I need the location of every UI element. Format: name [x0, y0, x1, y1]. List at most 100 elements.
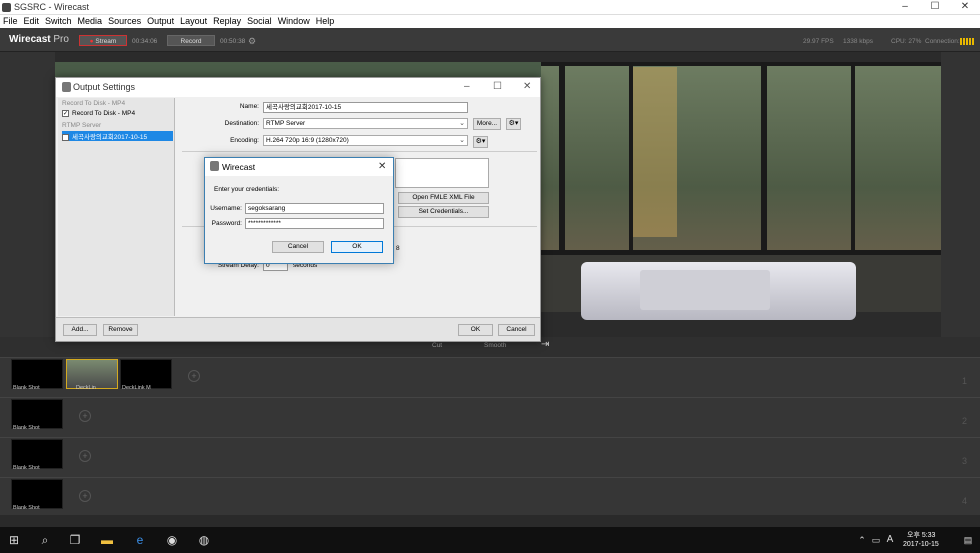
search-icon[interactable]: ⌕ — [37, 532, 53, 548]
output-settings-icon — [62, 82, 71, 92]
more-button[interactable]: More... — [473, 118, 501, 130]
destination-label: Destination: — [224, 120, 259, 127]
record-timer: 00:50:38 — [220, 38, 246, 45]
layer-row — [0, 477, 980, 515]
clock-time[interactable]: 오후 5:33 — [907, 530, 935, 540]
layer-number: 4 — [962, 496, 968, 506]
stream-button[interactable]: ● Stream — [79, 35, 127, 46]
credentials-ok-button[interactable]: OK — [331, 241, 383, 253]
name-field[interactable]: 세곡사랑의교회2017-10-15 — [263, 102, 468, 113]
checkbox-checked-icon[interactable]: ✓ — [62, 133, 69, 141]
partial-text: 8 — [396, 245, 400, 252]
notification-icon[interactable]: ▤ — [960, 532, 976, 548]
stream-dot-icon: ● — [89, 38, 94, 45]
smooth-transition[interactable]: Smooth — [484, 342, 506, 349]
preview-image-top — [55, 62, 541, 77]
output-group-rtmp: RTMP Server — [62, 122, 102, 129]
destination-select[interactable]: RTMP Server ⌄ — [263, 118, 468, 129]
shot-label: DeckLin — [76, 385, 96, 391]
app-taskbar-icon[interactable]: ◍ — [196, 532, 212, 548]
password-label: Password: — [211, 220, 242, 227]
shot-label: Blank Shot — [13, 465, 40, 471]
menu-replay[interactable]: Replay — [210, 15, 244, 28]
open-fmle-button[interactable]: Open FMLE XML File — [398, 192, 489, 204]
take-arrow-icon[interactable]: ⇥ — [541, 339, 549, 350]
username-label: Username: — [210, 205, 242, 212]
connection-bars-icon — [960, 38, 974, 45]
windows-start-icon[interactable]: ⊞ — [6, 532, 22, 548]
credentials-cancel-button[interactable]: Cancel — [272, 241, 324, 253]
cpu-readout: CPU: 27% — [891, 38, 922, 45]
checkbox-checked-icon[interactable]: ✓ — [62, 110, 69, 117]
gear-icon[interactable]: ⚙ — [248, 36, 256, 47]
kbps-readout: 1338 kbps — [843, 38, 873, 45]
ime-indicator[interactable]: A — [882, 532, 898, 548]
credentials-title-bar: Wirecast ✕ — [205, 158, 393, 176]
chevron-down-icon: ⌄ — [459, 137, 465, 144]
audio-meter-left — [0, 52, 55, 337]
encoding-gear-icon[interactable]: ⚙▾ — [473, 136, 488, 148]
connection-readout: Connection: — [925, 38, 960, 45]
record-button[interactable]: Record — [167, 35, 215, 46]
file-explorer-icon[interactable]: ▬ — [99, 532, 115, 548]
maximize-button[interactable]: ☐ — [920, 1, 950, 14]
edge-browser-icon[interactable]: e — [132, 532, 148, 548]
layer-row — [0, 437, 980, 475]
menu-output[interactable]: Output — [144, 15, 177, 28]
menu-sources[interactable]: Sources — [105, 15, 144, 28]
divider — [182, 151, 537, 152]
menu-edit[interactable]: Edit — [21, 15, 43, 28]
username-field[interactable]: segoksarang — [245, 203, 384, 214]
window-title: SGSRC - Wirecast — [14, 2, 90, 12]
remove-button[interactable]: Remove — [103, 324, 138, 336]
layer-number: 2 — [962, 416, 968, 426]
destination-gear-icon[interactable]: ⚙▾ — [506, 118, 521, 130]
shot-label: Blank Shot — [13, 505, 40, 511]
credentials-close-icon[interactable]: ✕ — [378, 161, 386, 172]
cut-transition[interactable]: Cut — [432, 342, 442, 349]
password-field[interactable]: ************* — [245, 218, 384, 229]
settings-text-area[interactable] — [395, 158, 489, 188]
dialog-minimize-button[interactable]: – — [464, 81, 470, 92]
menu-help[interactable]: Help — [313, 15, 338, 28]
cancel-button[interactable]: Cancel — [498, 324, 535, 336]
output-settings-title: Output Settings — [73, 82, 136, 92]
add-shot-icon[interactable]: + — [79, 450, 91, 462]
menu-social[interactable]: Social — [244, 15, 275, 28]
encoding-label: Encoding: — [230, 137, 259, 144]
minimize-button[interactable]: – — [890, 1, 920, 14]
menu-bar: File Edit Switch Media Sources Output La… — [0, 15, 980, 28]
ok-button[interactable]: OK — [458, 324, 493, 336]
menu-file[interactable]: File — [0, 15, 21, 28]
chevron-down-icon: ⌄ — [459, 120, 465, 127]
dialog-maximize-button[interactable]: ☐ — [493, 81, 502, 92]
dialog-close-button[interactable]: ✕ — [523, 81, 531, 92]
wirecast-logo: Wirecast Pro — [9, 34, 69, 45]
add-shot-icon[interactable]: + — [188, 370, 200, 382]
encoding-select[interactable]: H.264 720p 16:9 (1280x720) ⌄ — [263, 135, 468, 146]
menu-switch[interactable]: Switch — [42, 15, 75, 28]
clock-date[interactable]: 2017-10-15 — [903, 541, 939, 548]
credentials-title: Wirecast — [222, 162, 256, 172]
wirecast-taskbar-icon[interactable]: ◉ — [164, 532, 180, 548]
name-label: Name: — [239, 103, 259, 110]
output-settings-title-bar: Output Settings – ☐ ✕ — [56, 78, 540, 97]
menu-layout[interactable]: Layout — [177, 15, 210, 28]
menu-media[interactable]: Media — [75, 15, 106, 28]
credentials-prompt: Enter your credentials: — [214, 186, 280, 193]
add-shot-icon[interactable]: + — [79, 410, 91, 422]
window-title-bar: SGSRC - Wirecast – ☐ ✕ — [0, 0, 980, 15]
output-item-rtmp[interactable]: ✓ 세곡사랑의교회2017-10-15 — [62, 131, 173, 141]
menu-window[interactable]: Window — [275, 15, 313, 28]
shot-label: Blank Shot — [13, 425, 40, 431]
add-shot-icon[interactable]: + — [79, 490, 91, 502]
add-button[interactable]: Add... — [63, 324, 97, 336]
podium-front — [640, 270, 770, 310]
output-group-mp4: Record To Disk - MP4 — [62, 100, 126, 107]
set-credentials-button[interactable]: Set Credentials... — [398, 206, 489, 218]
output-item-mp4[interactable]: ✓ Record To Disk - MP4 — [62, 110, 173, 120]
task-view-icon[interactable]: ❐ — [67, 532, 83, 548]
wirecast-app-icon — [2, 3, 11, 12]
stream-timer: 00:34:06 — [132, 38, 158, 45]
close-button[interactable]: ✕ — [950, 1, 980, 14]
